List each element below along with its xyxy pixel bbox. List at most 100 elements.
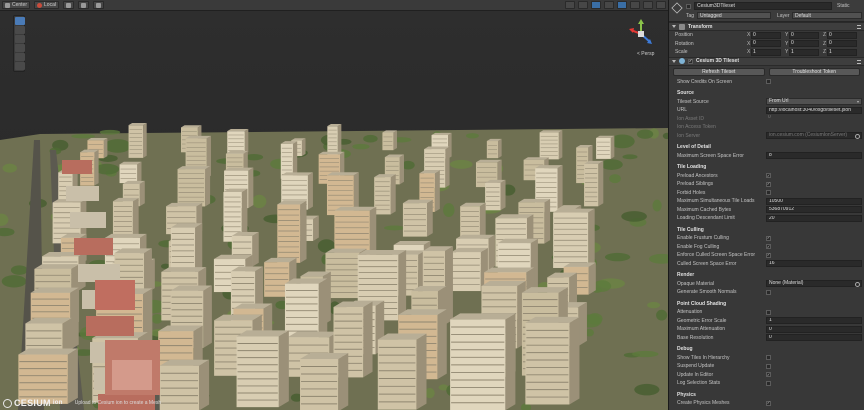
max-atten-row: Maximum Attenuation 0 <box>669 325 864 334</box>
frustum-checkbox[interactable]: ✓ <box>766 235 771 241</box>
attenuation-checkbox[interactable] <box>766 309 771 315</box>
fog-checkbox[interactable]: ✓ <box>766 244 771 250</box>
pivot-space-dropdown[interactable]: Local <box>34 1 59 9</box>
geom-error-input[interactable]: 1 <box>766 317 862 325</box>
loading-desc-input[interactable]: 20 <box>766 214 862 222</box>
transform-z-input[interactable]: 0 <box>827 31 857 39</box>
gizmos-button[interactable] <box>656 1 666 9</box>
point-cloud-section-title: Point Cloud Shading <box>677 300 727 307</box>
transform-header[interactable]: Transform <box>669 22 864 31</box>
scale-tool[interactable] <box>15 44 25 52</box>
max-loads-input[interactable]: 10500 <box>766 197 862 205</box>
pivot-space-label: Local <box>44 2 56 8</box>
update-in-editor-checkbox[interactable]: ✓ <box>766 372 771 378</box>
attenuation-label: Attenuation <box>677 309 703 316</box>
pivot-mode-dropdown[interactable]: Center <box>2 1 31 9</box>
show-credits-checkbox[interactable] <box>766 79 771 85</box>
loading-desc-label: Loading Descendant Limit <box>677 215 735 222</box>
forbid-holes-row: Forbid Holes <box>669 189 864 198</box>
preload-ancestors-checkbox[interactable]: ✓ <box>766 173 771 179</box>
ion-server-field: ion.cesium.com (CesiumIonServer) <box>766 132 862 140</box>
scene-render[interactable] <box>0 0 668 410</box>
physics-section-title: Physics <box>677 391 696 398</box>
suspend-update-row: Suspend Update <box>669 362 864 371</box>
geom-error-label: Geometric Error Scale <box>677 317 727 324</box>
max-sse-label: Maximum Screen Space Error <box>677 152 744 159</box>
static-checkbox[interactable] <box>686 4 691 9</box>
draw-mode-button[interactable] <box>565 1 575 9</box>
move-tool[interactable] <box>15 26 25 34</box>
component-menu-icon[interactable] <box>857 59 861 64</box>
forbid-holes-checkbox[interactable] <box>766 190 771 196</box>
max-atten-input[interactable]: 0 <box>766 325 862 333</box>
transform-x-input[interactable]: 1 <box>751 48 781 56</box>
refresh-tileset-button[interactable]: Refresh Tileset <box>673 67 765 76</box>
preload-siblings-checkbox[interactable]: ✓ <box>766 181 771 187</box>
transform-tool[interactable] <box>15 62 25 70</box>
enforce-label: Enforce Culled Screen Space Error <box>677 252 756 259</box>
pivot-icon <box>5 2 10 8</box>
tileset-buttons: Refresh Tileset Troubleshoot Token <box>669 66 864 78</box>
log-selection-label: Log Selection Stats <box>677 380 721 387</box>
max-bytes-input[interactable]: 536870912 <box>766 206 862 214</box>
physics-meshes-checkbox[interactable]: ✓ <box>766 400 771 406</box>
tag-dropdown[interactable]: Untagged <box>697 12 771 19</box>
effects-toggle[interactable] <box>617 1 627 9</box>
log-selection-checkbox[interactable] <box>766 380 771 386</box>
snap-icon <box>80 2 86 8</box>
loading-desc-row: Loading Descendant Limit 20 <box>669 214 864 223</box>
base-res-input[interactable]: 0 <box>766 334 862 342</box>
object-name-field[interactable]: Cesium3DTileset <box>694 2 832 10</box>
camera-button[interactable] <box>643 1 653 9</box>
culled-sse-row: Culled Screen Space Error 16 <box>669 260 864 269</box>
transform-x-input[interactable]: 0 <box>751 31 781 39</box>
forbid-holes-label: Forbid Holes <box>677 189 706 196</box>
max-sse-input[interactable]: 8 <box>766 152 862 160</box>
transform-y-input[interactable]: 1 <box>789 48 819 56</box>
snap-toggle[interactable] <box>77 1 89 9</box>
tileset-enabled-checkbox[interactable]: ✓ <box>688 58 693 64</box>
tileset-title: Cesium 3D Tileset <box>696 58 739 64</box>
show-tiles-checkbox[interactable] <box>766 355 771 361</box>
cesium-ion-wordmark: ion <box>52 400 63 406</box>
suspend-update-checkbox[interactable] <box>766 363 771 369</box>
transform-x-input[interactable]: 0 <box>751 40 781 48</box>
audio-toggle[interactable] <box>604 1 614 9</box>
transform-y-input[interactable]: 0 <box>789 40 819 48</box>
tileset-source-dropdown[interactable]: From Url <box>766 98 862 106</box>
scene-view[interactable]: Center Local < Persp CESIUM ion Upload t… <box>0 0 668 410</box>
transform-z-input[interactable]: 0 <box>827 40 857 48</box>
increment-snap[interactable] <box>92 1 104 9</box>
lighting-toggle[interactable] <box>591 1 601 9</box>
base-res-label: Base Resolution <box>677 334 714 341</box>
url-input[interactable]: http://localhost:3040/osgb/tileset.json <box>766 106 862 114</box>
grid-toggle[interactable] <box>62 1 74 9</box>
rect-tool[interactable] <box>15 53 25 61</box>
component-menu-icon[interactable] <box>857 25 861 29</box>
max-loads-label: Maximum Simultaneous Tile Loads <box>677 198 755 205</box>
physics-meshes-label: Create Physics Meshes <box>677 400 730 407</box>
smooth-normals-checkbox[interactable] <box>766 289 771 295</box>
culled-sse-label: Culled Screen Space Error <box>677 260 737 267</box>
max-atten-label: Maximum Attenuation <box>677 326 726 333</box>
transform-z-input[interactable]: 1 <box>827 48 857 56</box>
transform-icon <box>679 23 685 30</box>
view-tool[interactable] <box>15 17 25 25</box>
layer-dropdown[interactable]: Default <box>792 12 862 19</box>
url-label: URL <box>677 107 688 114</box>
hidden-objects-toggle[interactable] <box>630 1 640 9</box>
rotate-tool[interactable] <box>15 35 25 43</box>
preload-ancestors-label: Preload Ancestors <box>677 172 718 179</box>
opaque-material-field[interactable]: None (Material) <box>766 280 862 288</box>
ion-server-label: Ion Server <box>677 132 701 139</box>
tileset-header[interactable]: ✓ Cesium 3D Tileset <box>669 56 864 66</box>
culled-sse-input[interactable]: 16 <box>766 260 862 268</box>
troubleshoot-token-button[interactable]: Troubleshoot Token <box>768 67 860 76</box>
enforce-checkbox[interactable]: ✓ <box>766 252 771 258</box>
2d-toggle[interactable] <box>578 1 588 9</box>
transform-row-label: Rotation <box>675 40 694 47</box>
transform-y-input[interactable]: 0 <box>789 31 819 39</box>
orientation-gizmo[interactable] <box>628 18 654 52</box>
cesium-mark-icon <box>3 398 12 408</box>
perspective-label[interactable]: < Persp <box>637 51 654 57</box>
